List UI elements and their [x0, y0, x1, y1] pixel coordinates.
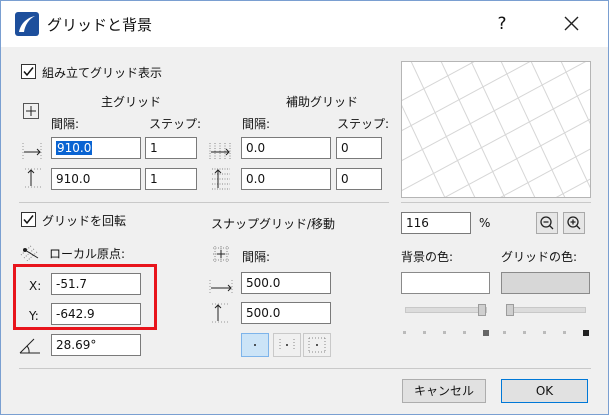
snap-center-icon [254, 344, 256, 346]
footer-divider [19, 368, 591, 369]
annotation-highlight-box [13, 264, 157, 330]
preview-divider [401, 202, 591, 203]
grid-slider-track[interactable] [506, 307, 586, 313]
assembly-grid-checkbox[interactable] [21, 64, 36, 79]
snap-y-spacing-input[interactable]: 500.0 [241, 302, 331, 324]
snap-grid-icon [211, 245, 231, 263]
dialog-title: グリッドと背景 [47, 16, 153, 34]
aux-vertical-spacing-icon [208, 167, 232, 191]
main-spacing-label: 間隔: [51, 117, 80, 131]
main-y-spacing-input[interactable]: 910.0 [51, 168, 141, 190]
checkmark-icon [23, 215, 34, 225]
grid-crosshair-icon[interactable] [23, 103, 39, 119]
background-slider-thumb[interactable] [478, 304, 486, 316]
snap-grid-mode-icon [308, 337, 326, 353]
rotation-angle-input[interactable]: 28.69° [51, 334, 141, 356]
aux-step-label: ステップ: [337, 117, 390, 131]
snap-horizontal-icon [208, 276, 234, 296]
snap-grid-header: スナップグリッド/移動 [211, 217, 336, 231]
aux-x-step-input[interactable]: 0 [336, 137, 382, 159]
main-y-step-input[interactable]: 1 [145, 168, 197, 190]
horizontal-spacing-icon [21, 139, 43, 161]
snap-spacing-label: 間隔: [242, 250, 271, 264]
zoom-out-icon [540, 216, 554, 230]
main-step-label: ステップ: [149, 117, 202, 131]
aux-horizontal-spacing-icon [208, 139, 232, 161]
main-x-spacing-input[interactable]: 910.0 [51, 137, 141, 159]
rotate-grid-checkbox[interactable] [21, 212, 36, 227]
zoom-input[interactable]: 116 [401, 212, 471, 234]
aux-grid-header: 補助グリッド [286, 95, 359, 109]
local-origin-icon [18, 241, 42, 262]
local-origin-label: ローカル原点: [49, 247, 126, 261]
grid-slider-ticks [503, 326, 591, 336]
aux-x-spacing-input[interactable]: 0.0 [241, 137, 331, 159]
section-divider [19, 202, 389, 203]
cancel-button[interactable]: キャンセル [402, 379, 486, 403]
zoom-out-button[interactable] [536, 212, 558, 234]
zoom-in-icon [567, 216, 581, 230]
snap-mode-center-button[interactable] [241, 333, 269, 357]
aux-y-step-input[interactable]: 0 [336, 168, 382, 190]
snap-mode-grid-button[interactable] [303, 333, 331, 357]
assembly-grid-label: 組み立てグリッド表示 [42, 66, 163, 80]
ok-button[interactable]: OK [501, 379, 588, 403]
background-slider-track[interactable] [405, 307, 487, 313]
main-x-step-input[interactable]: 1 [145, 137, 197, 159]
snap-vertical-icon [208, 302, 234, 324]
rotate-grid-label: グリッドを回転 [42, 214, 127, 228]
snap-dotted-icon [279, 339, 295, 351]
background-slider-ticks [403, 326, 491, 336]
title-bar: グリッドと背景 ? [1, 1, 608, 47]
close-button[interactable] [551, 9, 591, 39]
main-grid-header: 主グリッド [101, 95, 162, 109]
grid-color-label: グリッドの色: [501, 250, 578, 264]
vertical-spacing-icon [21, 167, 43, 189]
help-button[interactable]: ? [487, 11, 517, 37]
grid-color-swatch[interactable] [501, 272, 590, 294]
aux-spacing-label: 間隔: [242, 117, 271, 131]
grid-slider-thumb[interactable] [506, 304, 514, 316]
snap-x-spacing-input[interactable]: 500.0 [241, 272, 331, 294]
aux-y-spacing-input[interactable]: 0.0 [241, 168, 331, 190]
zoom-in-button[interactable] [563, 212, 585, 234]
grid-preview [401, 61, 591, 198]
close-icon [564, 16, 579, 31]
grid-background-dialog: グリッドと背景 ? 組み立てグリッド表示 主グリッド 間隔: ステップ: 910… [0, 0, 609, 415]
archicad-app-icon [15, 12, 39, 36]
zoom-unit: % [479, 216, 491, 230]
snap-mode-dotted-button[interactable] [273, 333, 301, 357]
checkmark-icon [23, 67, 34, 77]
background-color-swatch[interactable] [401, 272, 490, 294]
angle-icon [18, 336, 42, 356]
background-color-label: 背景の色: [401, 250, 454, 264]
